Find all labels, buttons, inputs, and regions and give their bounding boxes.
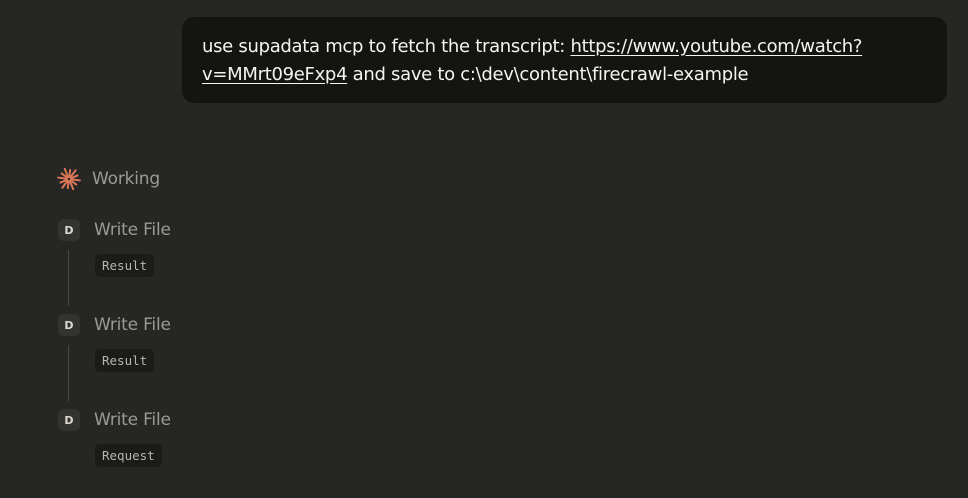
tool-step: D Write File Request: [58, 408, 358, 498]
tool-step-title[interactable]: Write File: [94, 410, 171, 430]
result-button[interactable]: Result: [95, 254, 155, 277]
spark-icon: [57, 167, 81, 191]
user-message-text-end: and save to c:\dev\content\firecrawl-exa…: [347, 64, 749, 85]
tool-icon: D: [58, 314, 80, 336]
tool-step: D Write File Result: [58, 218, 358, 313]
tool-timeline: D Write File Result D Write File Result …: [58, 218, 358, 498]
chat-view: use supadata mcp to fetch the transcript…: [0, 0, 968, 498]
tool-step: D Write File Result: [58, 313, 358, 408]
tool-icon: D: [58, 409, 80, 431]
user-message-text: use supadata mcp to fetch the transcript…: [202, 36, 571, 57]
user-message-bubble: use supadata mcp to fetch the transcript…: [182, 17, 947, 103]
request-button[interactable]: Request: [95, 444, 162, 467]
tool-step-title[interactable]: Write File: [94, 220, 171, 240]
timeline-connector: [68, 250, 69, 306]
tool-step-title[interactable]: Write File: [94, 315, 171, 335]
timeline-connector: [68, 345, 69, 401]
working-status: Working: [57, 166, 160, 192]
status-label: Working: [92, 169, 160, 189]
tool-icon: D: [58, 219, 80, 241]
result-button[interactable]: Result: [95, 349, 155, 372]
